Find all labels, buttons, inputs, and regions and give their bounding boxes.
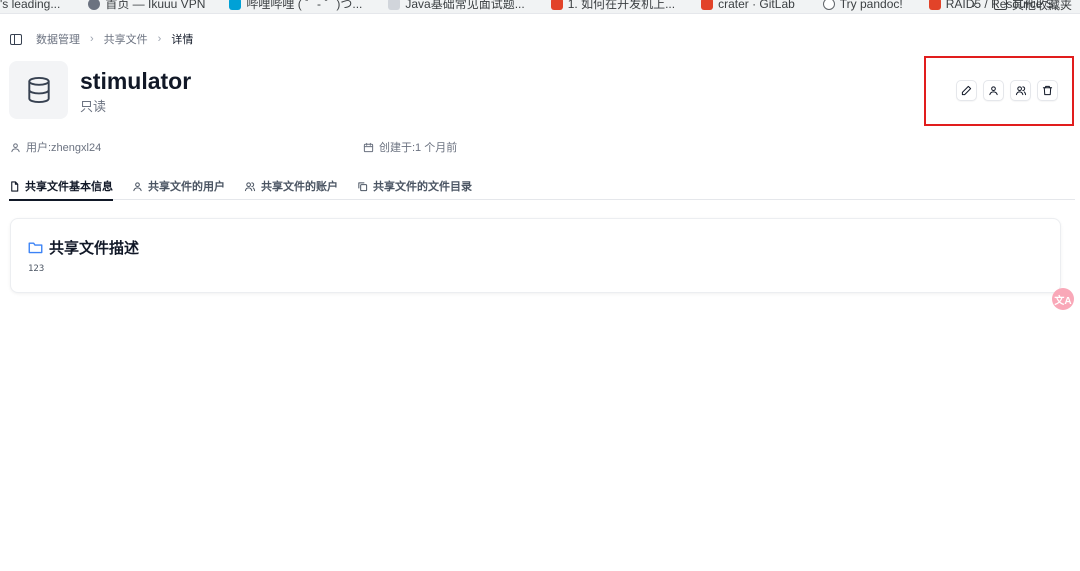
sidebar-toggle-icon[interactable]: [10, 33, 22, 45]
breadcrumb-item[interactable]: 数据管理: [36, 31, 80, 47]
users-icon: [1015, 86, 1026, 96]
app-content: 数据管理 › 共享文件 › 详情 stimulator 只读 用户:zhengx…: [0, 14, 1080, 571]
created-text: 创建于:1 个月前: [379, 142, 458, 154]
description-card: 共享文件描述 123: [10, 218, 1061, 293]
gitlab-icon: [701, 0, 714, 10]
tab-label: 共享文件的文件目录: [373, 181, 472, 193]
bookmark-item[interactable]: Java基础常见面试题...: [388, 0, 536, 12]
other-bookmarks-folder[interactable]: 其他收藏夹: [993, 0, 1072, 13]
bookmark-item[interactable]: 首页 — Ikuuu VPN: [88, 0, 217, 12]
created-info: 创建于:1 个月前: [363, 139, 457, 155]
bookmarks-overflow-chevron-icon[interactable]: ›: [972, 0, 976, 11]
user-button[interactable]: [983, 80, 1004, 101]
database-icon-box: [9, 61, 68, 119]
page-subtitle: 只读: [80, 99, 107, 114]
other-bookmarks-label: 其他收藏夹: [1011, 0, 1072, 12]
tab-label: 共享文件的用户: [148, 181, 225, 193]
file-icon: [11, 180, 19, 192]
page-title: stimulator: [80, 68, 192, 94]
tab-users[interactable]: 共享文件的用户: [132, 172, 225, 200]
bookmark-label: Java基础常见面试题...: [405, 0, 525, 11]
calendar-icon: [363, 142, 374, 152]
tab-label: 共享文件基本信息: [25, 181, 113, 193]
folder-icon: [993, 0, 1007, 10]
card-header: 共享文件描述: [28, 237, 139, 258]
breadcrumb-current: 详情: [171, 34, 194, 46]
ikuuu-icon: [88, 0, 101, 10]
bookmark-item[interactable]: 1. 如何在开发机上...: [550, 0, 687, 12]
tab-label: 共享文件的账户: [261, 181, 338, 193]
pencil-icon: [961, 85, 972, 96]
bookmark-label: 1. 如何在开发机上...: [567, 0, 676, 11]
tab-file-directory[interactable]: 共享文件的文件目录: [357, 172, 472, 200]
globe-icon: [822, 0, 835, 10]
gitlab-icon: [550, 0, 563, 10]
breadcrumb: 数据管理 › 共享文件 › 详情: [10, 31, 193, 47]
chevron-right-icon: ›: [90, 33, 94, 45]
chevron-right-icon: ›: [157, 33, 162, 45]
users-icon: [244, 181, 256, 191]
user-icon: [133, 181, 142, 191]
description-text: 123: [28, 264, 45, 274]
action-toolbar: [956, 80, 1058, 101]
bookmark-label: crater · GitLab: [718, 0, 795, 11]
users-button[interactable]: [1010, 80, 1031, 101]
bookmark-item[interactable]: 's leading...: [0, 0, 72, 11]
bookmark-label: Try pandoc!: [839, 0, 903, 11]
user-icon: [989, 86, 998, 96]
gitlab-icon: [928, 0, 941, 10]
tab-basic-info[interactable]: 共享文件基本信息: [9, 172, 113, 201]
bookmark-label: 首页 — Ikuuu VPN: [105, 0, 206, 11]
delete-button[interactable]: [1037, 80, 1058, 101]
bookmark-item[interactable]: crater · GitLab: [701, 0, 807, 11]
tab-bar: 共享文件基本信息 共享文件的用户 共享文件的账户 共享文件的文件目录: [9, 172, 1075, 201]
card-title: 共享文件描述: [49, 240, 140, 257]
bookmarks-bar: 's leading... 首页 — Ikuuu VPN 哔哩哔哩 ( ゜- ゜…: [0, 0, 1080, 14]
trash-icon: [1042, 85, 1053, 96]
bookmark-label: 哔哩哔哩 ( ゜- ゜)つ...: [246, 0, 363, 11]
page-icon: [388, 0, 401, 10]
translate-icon: 文A: [1054, 295, 1072, 307]
bookmark-item[interactable]: 哔哩哔哩 ( ゜- ゜)つ...: [229, 0, 374, 12]
breadcrumb-item[interactable]: 共享文件: [104, 31, 148, 47]
owner-text: 用户:zhengxl24: [26, 142, 102, 154]
copy-icon: [358, 181, 368, 191]
tab-accounts[interactable]: 共享文件的账户: [244, 172, 338, 200]
user-icon: [11, 142, 20, 152]
bookmark-label: 's leading...: [0, 0, 61, 11]
edit-button[interactable]: [956, 80, 977, 101]
bilibili-icon: [229, 0, 242, 10]
owner-info: 用户:zhengxl24: [10, 139, 101, 155]
translate-float-button[interactable]: 文A: [1052, 288, 1074, 310]
bookmark-item[interactable]: Try pandoc!: [822, 0, 915, 11]
database-icon: [27, 76, 50, 104]
folder-icon: [28, 242, 43, 254]
